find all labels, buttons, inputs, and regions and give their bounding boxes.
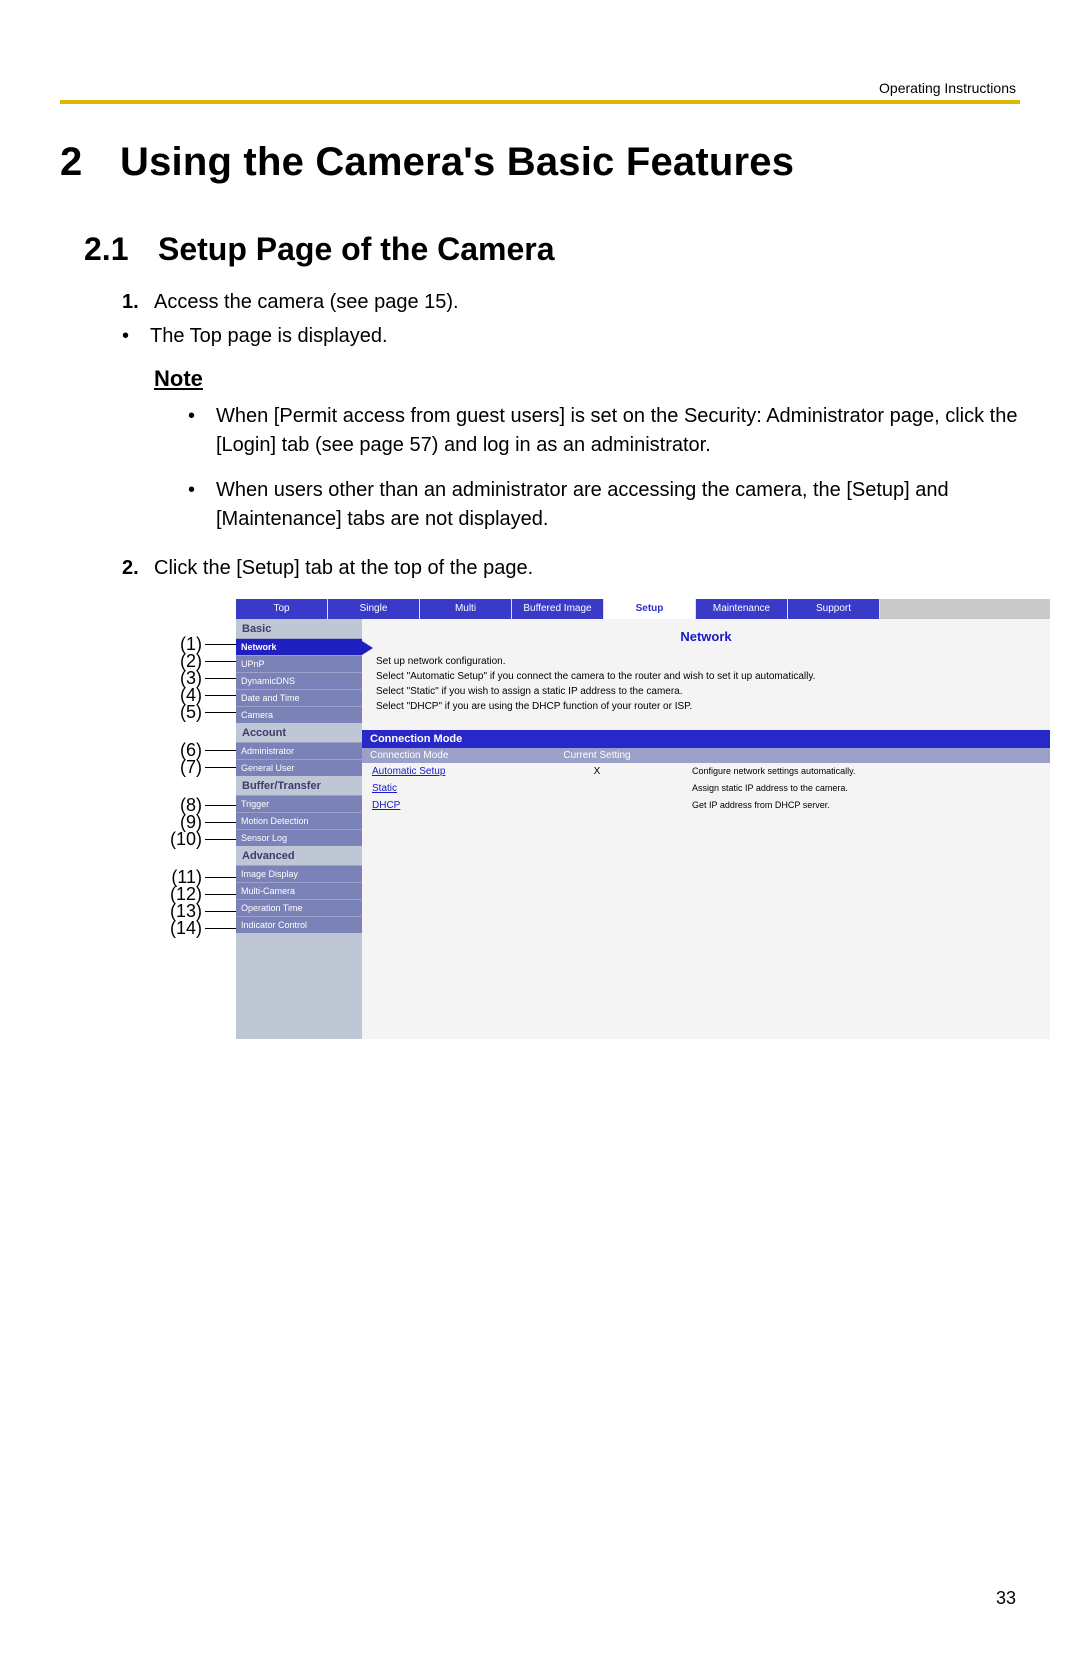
connection-mode-table: Connection Mode Current Setting Automati… — [362, 748, 1050, 814]
sidebar-item-trigger[interactable]: Trigger — [236, 795, 362, 812]
th-connection-mode: Connection Mode — [362, 748, 512, 763]
top-tabs: Top Single Multi Buffered Image Setup Ma… — [236, 599, 1050, 619]
callout-14: (14) — [160, 920, 202, 937]
chapter-heading: 2Using the Camera's Basic Features — [60, 140, 1020, 185]
sidebar-group-buffer-transfer: Buffer/Transfer — [236, 776, 362, 795]
sidebar-item-network[interactable]: Network — [236, 638, 362, 655]
desc-line-2: Select "Automatic Setup" if you connect … — [376, 669, 1036, 684]
embedded-screenshot: (1) (2) (3) (4) (5) (6) (7) (8) (9) (10)… — [160, 599, 1050, 1039]
step-text: Click the [Setup] tab at the top of the … — [154, 554, 1020, 583]
step-text: Access the camera (see page 15). — [154, 288, 1020, 317]
chapter-title: Using the Camera's Basic Features — [120, 140, 794, 184]
callout-5: (5) — [160, 704, 202, 721]
panel-title: Network — [362, 619, 1050, 654]
tab-setup[interactable]: Setup — [604, 599, 696, 619]
table-row: DHCP Get IP address from DHCP server. — [362, 797, 1050, 814]
section-title: Setup Page of the Camera — [158, 231, 555, 267]
sidebar-group-account: Account — [236, 723, 362, 742]
bullet-text: The Top page is displayed. — [150, 325, 388, 348]
header-divider — [60, 100, 1020, 104]
table-row: Static Assign static IP address to the c… — [362, 780, 1050, 797]
callout-labels: (1) (2) (3) (4) (5) (6) (7) (8) (9) (10)… — [160, 631, 236, 937]
note-bullet-2: • When users other than an administrator… — [188, 476, 1020, 534]
bullet-icon: • — [188, 402, 216, 460]
tab-top[interactable]: Top — [236, 599, 328, 619]
callout-10: (10) — [160, 831, 202, 848]
current-setting-dhcp — [512, 797, 682, 814]
sidebar-item-operation-time[interactable]: Operation Time — [236, 899, 362, 916]
note-bullet-1: • When [Permit access from guest users] … — [188, 402, 1020, 460]
link-static[interactable]: Static — [362, 780, 512, 797]
hint-automatic: Configure network settings automatically… — [682, 763, 1050, 780]
page-number: 33 — [996, 1588, 1016, 1609]
sidebar-item-date-and-time[interactable]: Date and Time — [236, 689, 362, 706]
th-hint — [682, 748, 1050, 763]
panel-description: Set up network configuration. Select "Au… — [362, 654, 1050, 724]
step-2: 2. Click the [Setup] tab at the top of t… — [122, 554, 1020, 583]
bullet-icon: • — [122, 325, 150, 348]
camera-ui: Top Single Multi Buffered Image Setup Ma… — [236, 599, 1050, 1039]
tab-single[interactable]: Single — [328, 599, 420, 619]
sidebar-item-indicator-control[interactable]: Indicator Control — [236, 916, 362, 933]
desc-line-1: Set up network configuration. — [376, 654, 1036, 669]
chapter-number: 2 — [60, 140, 120, 185]
note-heading: Note — [154, 366, 1020, 392]
sidebar-group-basic: Basic — [236, 619, 362, 638]
section-heading: 2.1Setup Page of the Camera — [84, 231, 1020, 268]
connection-mode-header: Connection Mode — [362, 730, 1050, 748]
th-current-setting: Current Setting — [512, 748, 682, 763]
sidebar-item-camera[interactable]: Camera — [236, 706, 362, 723]
bullet-text: When users other than an administrator a… — [216, 476, 1020, 534]
setup-sidebar: Basic Network UPnP DynamicDNS Date and T… — [236, 619, 362, 1039]
current-setting-automatic: X — [512, 763, 682, 780]
tab-multi[interactable]: Multi — [420, 599, 512, 619]
desc-line-3: Select "Static" if you wish to assign a … — [376, 684, 1036, 699]
setup-content: Network Set up network configuration. Se… — [362, 619, 1050, 1039]
bullet-text: When [Permit access from guest users] is… — [216, 402, 1020, 460]
sidebar-item-multi-camera[interactable]: Multi-Camera — [236, 882, 362, 899]
bullet-icon: • — [188, 476, 216, 534]
tab-support[interactable]: Support — [788, 599, 880, 619]
sidebar-group-advanced: Advanced — [236, 846, 362, 865]
link-automatic-setup[interactable]: Automatic Setup — [362, 763, 512, 780]
header-running-title: Operating Instructions — [879, 80, 1016, 96]
hint-static: Assign static IP address to the camera. — [682, 780, 1050, 797]
sidebar-item-sensor-log[interactable]: Sensor Log — [236, 829, 362, 846]
sidebar-item-general-user[interactable]: General User — [236, 759, 362, 776]
table-row: Automatic Setup X Configure network sett… — [362, 763, 1050, 780]
step-number: 2. — [122, 554, 154, 583]
step-1: 1. Access the camera (see page 15). — [122, 288, 1020, 317]
step-1-bullet: • The Top page is displayed. — [122, 325, 1020, 348]
sidebar-item-administrator[interactable]: Administrator — [236, 742, 362, 759]
tab-buffered-image[interactable]: Buffered Image — [512, 599, 604, 619]
sidebar-item-upnp[interactable]: UPnP — [236, 655, 362, 672]
sidebar-item-dynamicdns[interactable]: DynamicDNS — [236, 672, 362, 689]
sidebar-item-image-display[interactable]: Image Display — [236, 865, 362, 882]
sidebar-item-motion-detection[interactable]: Motion Detection — [236, 812, 362, 829]
hint-dhcp: Get IP address from DHCP server. — [682, 797, 1050, 814]
link-dhcp[interactable]: DHCP — [362, 797, 512, 814]
tab-maintenance[interactable]: Maintenance — [696, 599, 788, 619]
step-number: 1. — [122, 288, 154, 317]
desc-line-4: Select "DHCP" if you are using the DHCP … — [376, 699, 1036, 714]
section-number: 2.1 — [84, 231, 158, 268]
callout-7: (7) — [160, 759, 202, 776]
current-setting-static — [512, 780, 682, 797]
